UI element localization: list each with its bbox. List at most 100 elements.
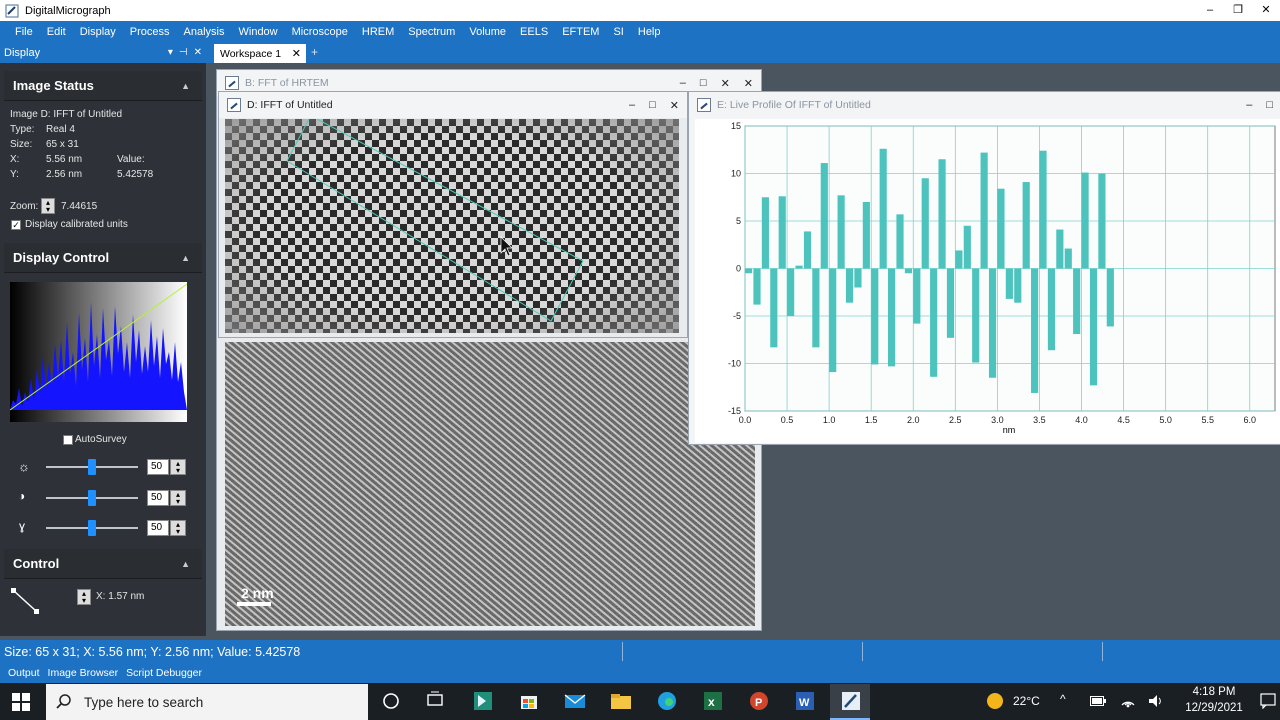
app-title: DigitalMicrograph [25, 4, 111, 17]
window-minimize-button[interactable]: – [680, 77, 686, 89]
mail-icon[interactable] [564, 691, 586, 711]
menu-help[interactable]: Help [631, 21, 668, 43]
menu-eels[interactable]: EELS [513, 21, 555, 43]
window-maximize-button[interactable]: □ [700, 77, 707, 89]
window-live-profile[interactable]: E: Live Profile Of IFFT of Untitled – □ 1… [688, 91, 1280, 445]
menu-eftem[interactable]: EFTEM [555, 21, 606, 43]
menu-si[interactable]: SI [606, 21, 630, 43]
collapse-icon[interactable]: ▲ [181, 253, 190, 263]
line-tool-icon[interactable] [10, 587, 42, 617]
menu-edit[interactable]: Edit [40, 21, 73, 43]
profile-bar [930, 268, 938, 377]
window-minimize-button[interactable]: – [1246, 99, 1252, 111]
panel-menu-button[interactable]: ▾ [168, 43, 173, 63]
window-minimize-button[interactable]: – [629, 99, 635, 111]
window-maximize-button[interactable]: □ [1266, 99, 1273, 111]
gamma-slider[interactable] [46, 520, 138, 536]
gamma-stepper[interactable]: ▴ ▾ [170, 520, 186, 536]
minimize-button[interactable]: – [1196, 0, 1224, 21]
value-label: Value: [117, 154, 145, 165]
clock-date[interactable]: 12/29/2021 [1175, 702, 1253, 714]
x-tick-label: 0.0 [739, 415, 752, 425]
digitalmicrograph-active-icon[interactable] [840, 691, 862, 711]
close-button[interactable]: ✕ [1252, 0, 1280, 21]
profile-bar [812, 268, 820, 348]
word-icon[interactable]: W [794, 691, 816, 711]
control-header[interactable]: Control ▲ [4, 549, 202, 579]
powerpoint-icon[interactable]: P [748, 691, 770, 711]
ifft-image[interactable] [225, 119, 679, 333]
profile-bar [946, 268, 955, 338]
add-workspace-button[interactable]: + [311, 45, 318, 59]
x-tick-label: 3.0 [991, 415, 1004, 425]
brightness-icon: ☼ [18, 459, 30, 474]
gamma-value-field[interactable]: 50 [147, 520, 169, 536]
tab-workspace-1[interactable]: Workspace 1 ✕ [214, 44, 306, 63]
contrast-stepper[interactable]: ▴ ▾ [170, 490, 186, 506]
tab-image-browser[interactable]: Image Browser [44, 667, 123, 679]
menu-window[interactable]: Window [232, 21, 285, 43]
menu-process[interactable]: Process [123, 21, 177, 43]
excel-icon[interactable]: x [702, 691, 724, 711]
tab-output[interactable]: Output [4, 667, 44, 679]
brightness-slider-thumb[interactable] [88, 459, 96, 475]
x-tick-label: 0.5 [781, 415, 794, 425]
wifi-icon[interactable] [1120, 693, 1136, 709]
file-explorer-icon[interactable] [610, 691, 632, 711]
battery-icon[interactable] [1090, 696, 1106, 706]
line-profile-chart[interactable]: 151050-5-10-15 0.0 0.5 1.0 1.5 2.0 2.5 3.0 3.5 4… [695, 119, 1280, 443]
weather-sun-icon[interactable] [986, 692, 1004, 710]
profile-bar [803, 231, 812, 269]
task-view-icon[interactable] [425, 691, 447, 711]
restore-button[interactable]: ❐ [1224, 0, 1252, 21]
collapse-icon[interactable]: ▲ [181, 81, 190, 91]
type-value: Real 4 [46, 124, 75, 135]
collapse-icon[interactable]: ▲ [181, 559, 190, 569]
menu-spectrum[interactable]: Spectrum [401, 21, 462, 43]
weather-temperature[interactable]: 22°C [1013, 694, 1040, 708]
menu-analysis[interactable]: Analysis [177, 21, 232, 43]
digitalmicrograph-taskbar-icon[interactable] [472, 691, 494, 711]
chevron-up-icon[interactable]: ^ [1060, 692, 1066, 706]
contrast-slider[interactable] [46, 490, 138, 506]
menu-hrem[interactable]: HREM [355, 21, 401, 43]
contrast-slider-thumb[interactable] [88, 490, 96, 506]
store-icon[interactable] [518, 691, 540, 711]
windows-start-icon[interactable] [12, 693, 30, 711]
panel-close-button[interactable]: ✕ [194, 43, 202, 63]
window-close-button[interactable]: ✕ [721, 77, 730, 90]
display-control-header[interactable]: Display Control ▲ [4, 243, 202, 273]
profile-bar [963, 225, 971, 269]
menu-display[interactable]: Display [73, 21, 123, 43]
menu-microscope[interactable]: Microscope [285, 21, 355, 43]
volume-icon[interactable] [1148, 693, 1164, 709]
hrtem-image[interactable]: 2 nm [225, 342, 755, 626]
window-close-button-2[interactable]: ✕ [744, 77, 753, 90]
window-maximize-button[interactable]: □ [649, 99, 656, 111]
x-stepper[interactable]: ▴ ▾ [77, 589, 91, 605]
brightness-value-field[interactable]: 50 [147, 459, 169, 475]
brightness-stepper[interactable]: ▴ ▾ [170, 459, 186, 475]
edge-icon[interactable] [656, 691, 678, 711]
cortana-icon[interactable] [381, 691, 403, 711]
notification-icon[interactable] [1260, 693, 1276, 709]
taskbar-search-box[interactable]: Type here to search [46, 684, 368, 720]
gamma-slider-thumb[interactable] [88, 520, 96, 536]
autosurvey-checkbox[interactable] [63, 435, 73, 445]
tab-close-icon[interactable]: ✕ [292, 47, 301, 60]
histogram-plot[interactable] [10, 282, 187, 422]
profile-bar [778, 196, 786, 269]
contrast-value-field[interactable]: 50 [147, 490, 169, 506]
window-close-button[interactable]: ✕ [670, 99, 679, 112]
calibrated-units-checkbox[interactable]: ✓ [11, 220, 21, 230]
image-status-title: Image Status [13, 78, 94, 93]
tab-script-debugger[interactable]: Script Debugger [122, 667, 206, 679]
window-ifft-of-untitled[interactable]: D: IFFT of Untitled – □ ✕ [218, 91, 688, 338]
brightness-slider[interactable] [46, 459, 138, 475]
clock-time[interactable]: 4:18 PM [1179, 686, 1249, 698]
image-status-header[interactable]: Image Status ▲ [4, 71, 202, 101]
menu-volume[interactable]: Volume [462, 21, 513, 43]
menu-file[interactable]: File [8, 21, 40, 43]
zoom-stepper[interactable]: ▴ ▾ [41, 198, 55, 214]
panel-pin-button[interactable]: ⊣ [179, 43, 188, 63]
